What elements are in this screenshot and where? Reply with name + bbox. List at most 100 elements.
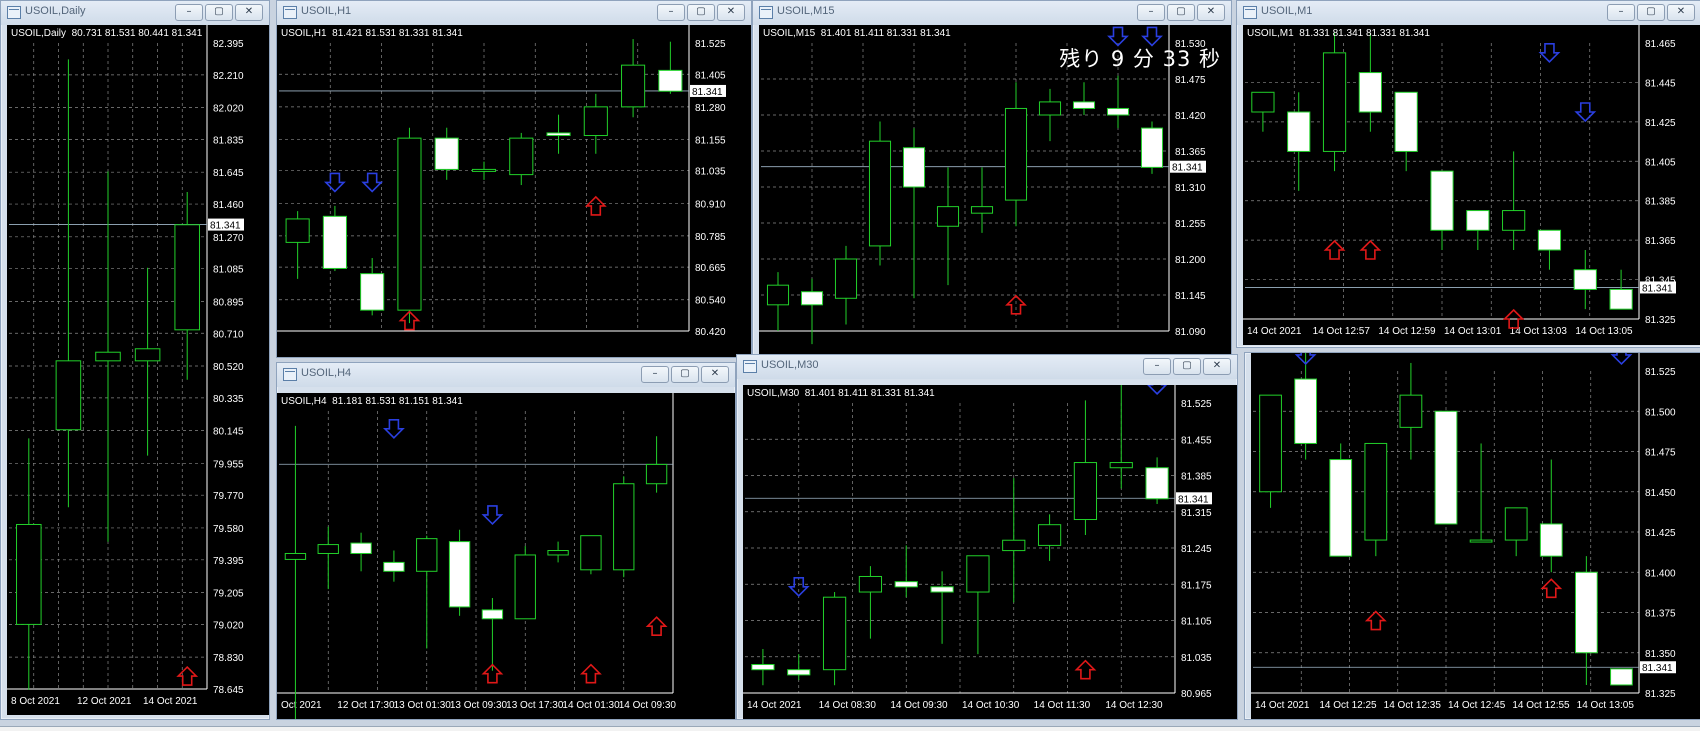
- maximize-button[interactable]: ▢: [205, 4, 233, 21]
- price-scale-label: 81.645: [213, 168, 244, 179]
- minimize-button[interactable]: –: [1143, 358, 1171, 375]
- candlestick-plot[interactable]: 81.525 81.455 81.385 81.315 81.245 81.175 81.1…: [743, 385, 1237, 719]
- candlestick-plot[interactable]: 81.53081.47581.42081.36581.31081.25581.2…: [759, 25, 1231, 357]
- bar-countdown-timer: 残り 9 分 33 秒: [1059, 47, 1221, 71]
- chart-window-h4[interactable]: USOIL,H4 – ▢ ✕ Oct 2021 12 Oct 17:30 13 Oc…: [276, 362, 736, 720]
- candlestick-plot[interactable]: 81.465 81.445 81.425 81.405 81.385 81.365 81.3…: [1243, 25, 1700, 345]
- buy-signal-up-arrow-icon: [1005, 294, 1027, 315]
- candlestick-plot[interactable]: 81.525 81.500 81.475 81.450 81.425 81.400 81.3…: [1251, 353, 1700, 719]
- bullish-candle: [317, 544, 339, 554]
- chart-window-m15[interactable]: USOIL,M15 – ▢ ✕ 81.530 81.475 81.420 81.365…: [752, 0, 1232, 358]
- time-scale-label: 14 Oct 08:30: [819, 700, 877, 711]
- window-titlebar[interactable]: USOIL,M1 – ▢ ✕: [1237, 1, 1700, 25]
- minimize-button[interactable]: –: [175, 4, 203, 21]
- price-scale-label: 79.395: [213, 556, 244, 567]
- price-chart[interactable]: 81.530 81.475 81.420 81.365 81.310 81.255 81.2…: [759, 25, 1231, 357]
- close-button[interactable]: ✕: [717, 4, 745, 21]
- price-scale-label: 78.645: [213, 685, 244, 696]
- window-titlebar[interactable]: USOIL,M30 – ▢ ✕: [737, 355, 1237, 379]
- window-titlebar[interactable]: USOIL,Daily – ▢ ✕: [1, 1, 269, 25]
- chart-window-m30[interactable]: USOIL,M30 – ▢ ✕ 81.525 81.455 81.385 81.315…: [736, 354, 1238, 720]
- bearish-candle: [350, 542, 372, 554]
- candlestick-plot[interactable]: 82.395 82.210 82.020 81.835 81.645 81.460 81.2…: [7, 25, 269, 715]
- window-titlebar[interactable]: USOIL,H1 – ▢ ✕: [277, 1, 751, 25]
- bearish-candle: [1394, 91, 1418, 152]
- sell-signal-down-arrow-icon: [361, 172, 384, 193]
- bullish-candle: [1004, 107, 1028, 201]
- bullish-candle: [936, 206, 960, 227]
- price-scale-label: 80.420: [695, 327, 726, 338]
- price-chart[interactable]: 81.465 81.445 81.425 81.405 81.385 81.365 81.3…: [1243, 25, 1700, 345]
- price-scale-label: 81.405: [695, 70, 726, 81]
- chart-window-daily[interactable]: USOIL,Daily – ▢ ✕ 82.395 82.210 82.020 81.8…: [0, 0, 270, 720]
- price-scale-label: 81.425: [1645, 528, 1676, 539]
- bullish-candle: [621, 64, 646, 108]
- minimize-button[interactable]: –: [1137, 4, 1165, 21]
- bearish-candle: [1573, 269, 1597, 290]
- time-scale-label: 14 Oct 12:55: [1512, 700, 1570, 711]
- close-button[interactable]: ✕: [1203, 358, 1231, 375]
- maximize-button[interactable]: ▢: [1637, 4, 1665, 21]
- maximize-button[interactable]: ▢: [1173, 358, 1201, 375]
- buy-signal-up-arrow-icon: [1540, 578, 1563, 599]
- price-scale-label: 81.445: [1645, 78, 1676, 89]
- bullish-candle: [174, 224, 200, 331]
- minimize-button[interactable]: –: [1607, 4, 1635, 21]
- bearish-candle: [1140, 127, 1164, 168]
- bullish-candle: [834, 258, 858, 299]
- bullish-candle: [583, 106, 608, 137]
- maximize-button[interactable]: ▢: [687, 4, 715, 21]
- current-price-label: 81.341: [1178, 494, 1209, 505]
- minimize-button[interactable]: –: [641, 366, 669, 383]
- price-chart[interactable]: 81.525 81.500 81.475 81.450 81.425 81.400 81.3…: [1251, 353, 1700, 719]
- bearish-candle: [930, 586, 954, 593]
- time-scale-label: 12 Oct 17:30: [337, 700, 395, 711]
- bearish-candle: [1287, 111, 1311, 152]
- bullish-candle: [970, 206, 994, 214]
- price-scale-label: 80.965: [1181, 689, 1212, 700]
- time-scale-label: 13 Oct 17:30: [506, 700, 564, 711]
- price-chart[interactable]: 81.525 81.455 81.385 81.315 81.245 81.175 81.1…: [743, 385, 1237, 719]
- price-chart[interactable]: 82.395 82.210 82.020 81.835 81.645 81.460 81.2…: [7, 25, 269, 715]
- chart-window-m1[interactable]: USOIL,M1 – ▢ ✕ 81.465 81.445 81.425 81.405 8…: [1236, 0, 1700, 348]
- bullish-candle: [1502, 210, 1526, 231]
- close-button[interactable]: ✕: [701, 366, 729, 383]
- bullish-candle: [1109, 462, 1133, 469]
- chart-window-h1[interactable]: USOIL,H1 – ▢ ✕ 81.525 81.405 81.280 81.155 8…: [276, 0, 752, 358]
- price-scale-label: 80.520: [213, 362, 244, 373]
- price-scale-label: 80.145: [213, 427, 244, 438]
- minimize-button[interactable]: –: [657, 4, 685, 21]
- maximize-button[interactable]: ▢: [671, 366, 699, 383]
- time-scale-label: 14 Oct 12:59: [1378, 326, 1436, 337]
- window-title: USOIL,M1: [1261, 5, 1313, 17]
- time-scale-label: 14 Oct 09:30: [619, 700, 677, 711]
- chart-info-line: USOIL,H4 81.181 81.531 81.151 81.341: [281, 396, 463, 407]
- window-titlebar[interactable]: USOIL,M15 – ▢ ✕: [753, 1, 1231, 25]
- bullish-candle: [16, 523, 42, 625]
- time-scale-label: Oct 2021: [281, 700, 322, 711]
- sell-signal-down-arrow-icon: [1147, 385, 1168, 396]
- chart-window-m1-lower[interactable]: 81.525 81.500 81.475 81.450 81.425 81.400 81.3…: [1244, 352, 1700, 720]
- price-chart[interactable]: Oct 2021 12 Oct 17:30 13 Oct 01:30 13 Oct 0…: [277, 393, 735, 719]
- price-scale-label: 81.035: [1181, 653, 1212, 664]
- buy-signal-up-arrow-icon: [1323, 239, 1346, 260]
- time-scale-label: 14 Oct 2021: [1255, 700, 1310, 711]
- sell-signal-down-arrow-icon: [481, 505, 504, 526]
- candlestick-plot[interactable]: 81.525 81.405 81.280 81.155 81.035 80.910 80.7…: [277, 25, 751, 357]
- bearish-candle: [1329, 459, 1353, 557]
- candlestick-plot[interactable]: Oct 2021 12 Oct 17:30 13 Oct 01:30 13 Oct 0…: [277, 393, 735, 719]
- maximize-button[interactable]: ▢: [1167, 4, 1195, 21]
- window-title: USOIL,Daily: [25, 5, 86, 17]
- window-titlebar[interactable]: USOIL,H4 – ▢ ✕: [277, 363, 735, 387]
- close-button[interactable]: ✕: [1667, 4, 1695, 21]
- chart-window-icon: [283, 368, 297, 381]
- price-chart[interactable]: 81.525 81.405 81.280 81.155 81.035 80.910 80.7…: [277, 25, 751, 357]
- close-button[interactable]: ✕: [235, 4, 263, 21]
- price-scale-label: 81.475: [1175, 75, 1206, 86]
- bullish-candle: [134, 348, 161, 362]
- bullish-candle: [766, 284, 790, 306]
- price-scale-label: 81.310: [1175, 183, 1206, 194]
- current-price-label: 81.341: [210, 221, 241, 232]
- time-scale-label: 14 Oct 01:30: [562, 700, 620, 711]
- close-button[interactable]: ✕: [1197, 4, 1225, 21]
